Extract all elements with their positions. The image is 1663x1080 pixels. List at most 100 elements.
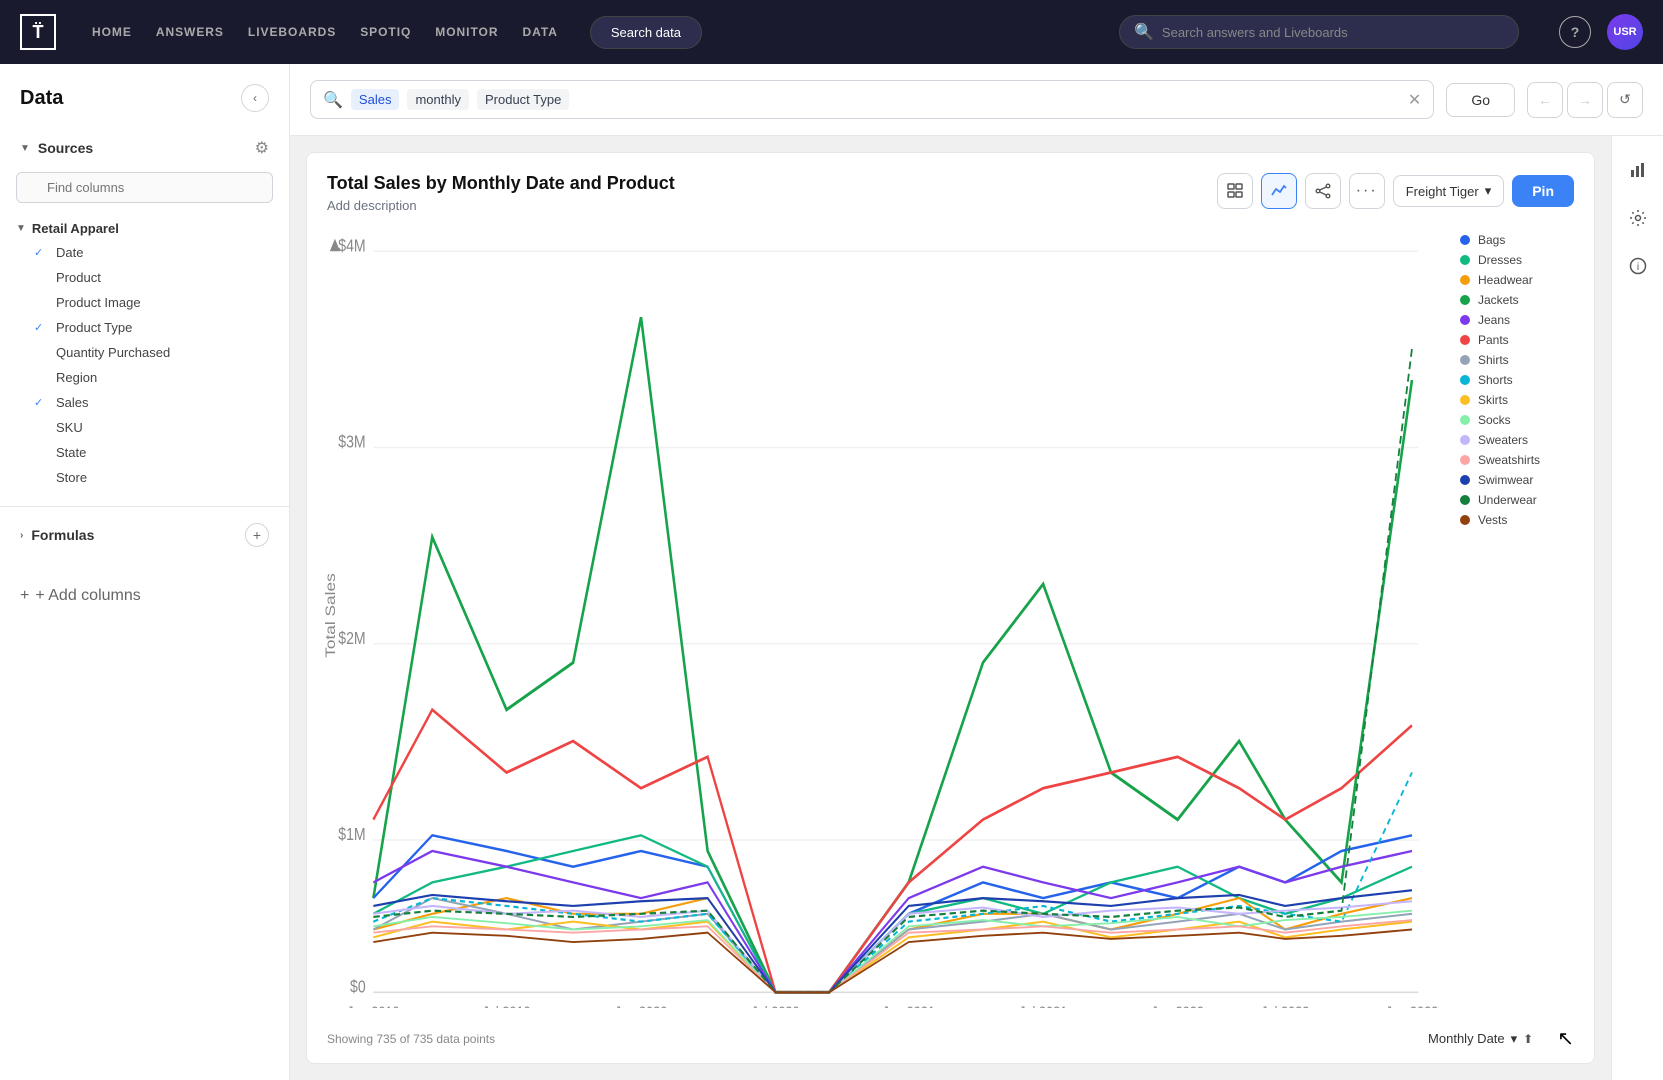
- logo[interactable]: T̈: [20, 14, 56, 50]
- nav-monitor[interactable]: MONITOR: [435, 21, 498, 43]
- column-item-sku[interactable]: SKU: [16, 415, 273, 440]
- share-button[interactable]: [1305, 173, 1341, 209]
- legend-dot-sweatshirts: [1460, 455, 1470, 465]
- nav-liveboards[interactable]: LIVEBOARDS: [248, 21, 336, 43]
- more-options-button[interactable]: ···: [1349, 173, 1385, 209]
- chart-actions: ··· Freight Tiger ▾ Pin: [1217, 173, 1574, 209]
- svg-text:Jan 2021: Jan 2021: [882, 1004, 935, 1008]
- check-icon: ✓: [34, 321, 48, 334]
- legend-dot-skirts: [1460, 395, 1470, 405]
- chart-subtitle[interactable]: Add description: [327, 198, 675, 213]
- legend-item-dresses: Dresses: [1460, 253, 1568, 267]
- go-button[interactable]: Go: [1446, 83, 1515, 117]
- svg-text:Jul 2019: Jul 2019: [482, 1004, 530, 1008]
- info-icon[interactable]: i: [1620, 248, 1656, 284]
- search-tag-product-type[interactable]: Product Type: [477, 89, 569, 110]
- find-columns-input[interactable]: [16, 172, 273, 203]
- legend-item-socks: Socks: [1460, 413, 1568, 427]
- pin-button[interactable]: Pin: [1512, 175, 1574, 207]
- nav-spotiq[interactable]: SPOTIQ: [360, 21, 411, 43]
- sidebar-header: Data ‹: [0, 64, 289, 122]
- column-item-store[interactable]: Store: [16, 465, 273, 490]
- retail-apparel-header[interactable]: ▼ Retail Apparel: [16, 217, 273, 240]
- legend-dot-socks: [1460, 415, 1470, 425]
- column-item-region[interactable]: Region: [16, 365, 273, 390]
- svg-text:$4M: $4M: [338, 237, 365, 256]
- chart-svg: $4M $3M $2M $1M $0 Total Sales: [317, 223, 1444, 1008]
- search-input-wrapper[interactable]: 🔍 Sales monthly Product Type ✕: [310, 80, 1434, 119]
- svg-text:Jan 2020: Jan 2020: [615, 1004, 668, 1008]
- global-search-input[interactable]: [1162, 25, 1504, 40]
- legend-dot-sweaters: [1460, 435, 1470, 445]
- legend-item-shirts: Shirts: [1460, 353, 1568, 367]
- legend-dot-bags: [1460, 235, 1470, 245]
- legend-label-swimwear: Swimwear: [1478, 473, 1533, 487]
- find-columns-wrapper: 🔍: [16, 166, 273, 213]
- search-tag-monthly[interactable]: monthly: [407, 89, 469, 110]
- nav-data[interactable]: DATA: [522, 21, 557, 43]
- sidebar: Data ‹ ▼ Sources ⚙ 🔍 ▼ Retail Apparel: [0, 64, 290, 1080]
- legend-label-skirts: Skirts: [1478, 393, 1508, 407]
- help-button[interactable]: ?: [1559, 16, 1591, 48]
- history-forward-button[interactable]: →: [1567, 82, 1603, 118]
- formulas-label: Formulas: [31, 527, 94, 543]
- chart-body: $4M $3M $2M $1M $0 Total Sales: [307, 223, 1594, 1018]
- legend-dot-swimwear: [1460, 475, 1470, 485]
- column-label-store: Store: [56, 470, 87, 485]
- datasource-chevron-icon: ▾: [1485, 183, 1492, 199]
- column-item-date[interactable]: ✓ Date: [16, 240, 273, 265]
- search-clear-button[interactable]: ✕: [1408, 90, 1421, 110]
- sources-section: ▼ Sources ⚙ 🔍 ▼ Retail Apparel ✓ Date: [0, 122, 289, 498]
- table-view-button[interactable]: [1217, 173, 1253, 209]
- sources-header[interactable]: ▼ Sources ⚙: [16, 130, 273, 166]
- legend-label-jeans: Jeans: [1478, 313, 1510, 327]
- retail-apparel-label: Retail Apparel: [32, 221, 119, 236]
- search-data-button[interactable]: Search data: [590, 16, 702, 49]
- retail-apparel-chevron-icon: ▼: [16, 223, 26, 234]
- chart-header: Total Sales by Monthly Date and Product …: [307, 153, 1594, 223]
- column-label-date: Date: [56, 245, 83, 260]
- svg-text:Jan 2023: Jan 2023: [1386, 1004, 1439, 1008]
- column-item-quantity-purchased[interactable]: Quantity Purchased: [16, 340, 273, 365]
- add-columns-button[interactable]: + + Add columns: [20, 579, 269, 613]
- formulas-header-left[interactable]: › Formulas: [20, 527, 94, 543]
- sources-chevron-icon: ▼: [20, 143, 30, 154]
- add-formula-button[interactable]: +: [245, 523, 269, 547]
- legend-label-vests: Vests: [1478, 513, 1507, 527]
- user-avatar[interactable]: USR: [1607, 14, 1643, 50]
- top-navigation: T̈ HOME ANSWERS LIVEBOARDS SPOTIQ MONITO…: [0, 0, 1663, 64]
- history-refresh-button[interactable]: ↺: [1607, 82, 1643, 118]
- legend-dot-headwear: [1460, 275, 1470, 285]
- settings-icon[interactable]: [1620, 200, 1656, 236]
- chart-type-icon[interactable]: [1620, 152, 1656, 188]
- history-back-button[interactable]: ←: [1527, 82, 1563, 118]
- column-label-sku: SKU: [56, 420, 83, 435]
- column-item-product-image[interactable]: Product Image: [16, 290, 273, 315]
- search-tag-sales[interactable]: Sales: [351, 89, 400, 110]
- global-search-bar[interactable]: 🔍: [1119, 15, 1519, 49]
- chart-view-button[interactable]: [1261, 173, 1297, 209]
- svg-text:$0: $0: [350, 978, 366, 997]
- column-item-product-type[interactable]: ✓ Product Type: [16, 315, 273, 340]
- sources-tool-icon[interactable]: ⚙: [255, 138, 269, 158]
- column-label-product: Product: [56, 270, 101, 285]
- footer-right: Monthly Date ▾ ⬆ ↖: [1428, 1026, 1574, 1051]
- column-item-sales[interactable]: ✓ Sales: [16, 390, 273, 415]
- nav-answers[interactable]: ANSWERS: [156, 21, 224, 43]
- monthly-date-sort-icon: ⬆: [1523, 1032, 1533, 1046]
- legend-label-sweatshirts: Sweatshirts: [1478, 453, 1540, 467]
- formulas-header: › Formulas +: [20, 515, 269, 555]
- chart-legend: Bags Dresses Headwear Jackets: [1444, 223, 1584, 1008]
- check-icon: ✓: [34, 246, 48, 259]
- sidebar-collapse-button[interactable]: ‹: [241, 84, 269, 112]
- svg-text:$2M: $2M: [338, 630, 365, 649]
- monthly-date-sort-button[interactable]: Monthly Date ▾ ⬆: [1428, 1031, 1533, 1047]
- datasource-button[interactable]: Freight Tiger ▾: [1393, 175, 1505, 207]
- svg-text:Total Sales: Total Sales: [323, 573, 338, 658]
- column-item-product[interactable]: Product: [16, 265, 273, 290]
- sources-label: Sources: [38, 140, 93, 156]
- nav-home[interactable]: HOME: [92, 21, 132, 43]
- main-layout: Data ‹ ▼ Sources ⚙ 🔍 ▼ Retail Apparel: [0, 64, 1663, 1080]
- search-icon: 🔍: [323, 90, 343, 110]
- column-item-state[interactable]: State: [16, 440, 273, 465]
